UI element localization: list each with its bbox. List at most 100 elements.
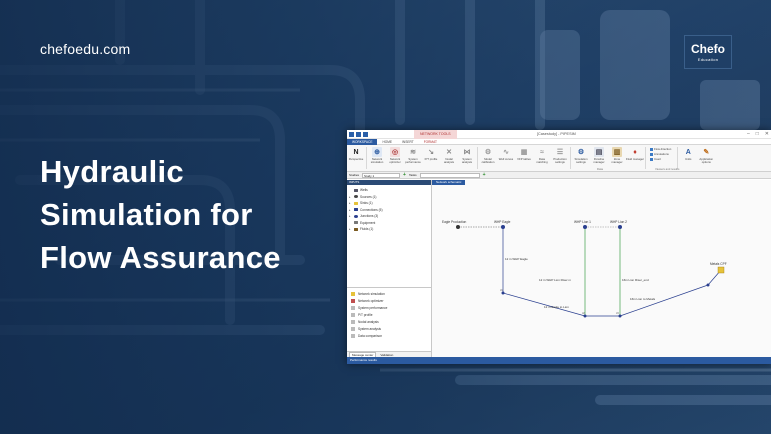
pt-profile-button[interactable]: ↘ P/T profile — [422, 147, 440, 161]
tab-format[interactable]: FORMAT — [419, 139, 442, 145]
tab-workspace[interactable]: WORKSPACE — [347, 138, 378, 145]
system-analysis-button[interactable]: ⋈ System analysis — [458, 147, 476, 164]
add-task-icon[interactable]: + — [483, 172, 486, 178]
well-curves-button[interactable]: ∿ Well curves — [497, 147, 515, 161]
network-icon: ⊕ — [372, 147, 382, 157]
network-optimizer-label: Network optimizer — [389, 157, 401, 164]
insert-icon — [650, 157, 653, 161]
network-optimizer-button[interactable]: ◎ Network optimizer — [386, 147, 404, 164]
flowline-manager-button[interactable]: ▤ Flowline manager — [590, 147, 608, 164]
task-pt-profile[interactable]: P/T profile — [351, 311, 431, 318]
application-options-button[interactable]: ✎ Application options — [697, 147, 715, 164]
network-canvas[interactable]: Network schematic Eagle Production WHP E… — [432, 180, 771, 357]
main-area: INPUTS Wells ▸ Sources (1) ▸ Sinks (1) ▸ Co… — [347, 180, 771, 358]
production-settings-button[interactable]: ☰ Production settings — [551, 147, 569, 164]
undo-icon[interactable] — [356, 131, 361, 137]
insert-option[interactable]: Insert — [650, 157, 671, 161]
task-nodal-analysis[interactable]: Nodal analysis — [351, 318, 431, 325]
maximize-icon[interactable]: □ — [756, 131, 759, 137]
task-icon — [351, 319, 355, 324]
left-panel: INPUTS Wells ▸ Sources (1) ▸ Sinks (1) ▸ Co… — [347, 180, 432, 358]
flowline-icon: ▤ — [594, 147, 604, 157]
label-metals-cpf: Metals CPF — [710, 262, 727, 266]
perspective-label: Perspective — [348, 157, 364, 161]
tab-insert[interactable]: INSERT — [397, 139, 419, 145]
task-icon — [351, 291, 355, 296]
window-controls: – □ ✕ — [747, 131, 769, 137]
zone-manager-button[interactable]: ▥ Zone manager — [608, 147, 626, 164]
tree-item-fluids[interactable]: ▸ Fluids (1) — [349, 226, 431, 233]
tab-home[interactable]: HOME — [377, 139, 397, 145]
label-whp-lion-2: WHP Lion 2 — [610, 220, 627, 224]
study-select[interactable]: Study 1 — [362, 172, 401, 178]
task-icon — [351, 326, 355, 331]
data-matching-button[interactable]: ≈ Data matching — [533, 147, 551, 164]
junction-j4 — [706, 283, 710, 287]
expand-icon: ▸ — [349, 194, 351, 199]
task-icon — [351, 298, 355, 303]
redo-icon[interactable] — [363, 131, 368, 137]
flowline-manager-label: Flowline manager — [593, 157, 605, 164]
label-link-lion-riser-end: 16in Lion Riser_end — [622, 278, 649, 282]
system-performance-button[interactable]: ≋ System performance — [404, 147, 422, 164]
task-select[interactable] — [419, 172, 480, 178]
simulation-settings-button[interactable]: ⚙ Simulation settings — [572, 147, 590, 164]
task-data-comparison[interactable]: Data comparison — [351, 332, 431, 339]
label-eagle-production: Eagle Production — [442, 220, 467, 224]
add-study-icon[interactable]: + — [403, 172, 406, 178]
close-icon[interactable]: ✕ — [765, 131, 769, 137]
minimize-icon[interactable]: – — [747, 131, 750, 137]
connection-icon — [354, 208, 358, 212]
well-icon — [354, 188, 358, 192]
insert-label: Insert — [654, 157, 661, 161]
window-title: [Casestudy] - PIPESIM — [537, 132, 576, 136]
units-icon: A — [685, 148, 691, 156]
fluid-manager-button[interactable]: ♦ Fluid manager — [626, 147, 644, 161]
ribbon-separator — [366, 147, 367, 169]
task-system-analysis[interactable]: System analysis — [351, 325, 431, 332]
ribbon-separator — [570, 147, 571, 169]
system-performance-label: System performance — [405, 157, 421, 164]
performance-icon: ≋ — [410, 149, 416, 156]
node-eagle-production — [456, 225, 460, 229]
save-icon[interactable] — [349, 131, 354, 137]
tab-validation[interactable]: Validation — [380, 353, 393, 357]
label-link-whp-eagle: 12 in WHP Eagle — [505, 257, 528, 261]
perspective-button[interactable]: N Perspective — [347, 147, 365, 161]
gear-icon: ⚙ — [577, 149, 585, 156]
vfp-tables-button[interactable]: ▦ VFP tables — [515, 147, 533, 161]
zone-icon: ▥ — [612, 147, 622, 157]
task-network-simulation[interactable]: Network simulation — [351, 290, 431, 297]
ribbon-group-viewers: Viewers and results — [655, 167, 680, 171]
network-simulation-button[interactable]: ⊕ Network simulation — [368, 147, 386, 164]
task-icon — [351, 333, 355, 338]
well-curves-label: Well curves — [498, 157, 514, 161]
headline-line-2: Simulation for — [40, 197, 253, 232]
vfp-tables-label: VFP tables — [517, 157, 531, 161]
simulation-settings-label: Simulation settings — [574, 157, 588, 164]
expand-icon: ▸ — [349, 227, 351, 232]
junction-j3 — [618, 314, 622, 318]
units-button[interactable]: A Units — [679, 147, 697, 161]
network-schematic: Eagle Production WHP Eagle WHP Lion 1 WH… — [442, 220, 727, 318]
tree-item-label: Sinks (1) — [360, 201, 373, 206]
model-calibration-button[interactable]: ⚙ Model calibration — [479, 147, 497, 164]
tree-item-label: Sources (1) — [360, 194, 377, 199]
task-system-performance[interactable]: System performance — [351, 304, 431, 311]
analysis-icon: ⋈ — [463, 149, 471, 156]
label-link-eagle-lion: 12 in Eagle to Lion — [544, 305, 569, 309]
studies-label: Studies — [349, 173, 360, 177]
task-network-optimizer[interactable]: Network optimizer — [351, 297, 431, 304]
system-analysis-label: System analysis — [461, 157, 473, 164]
task-label: Network optimizer — [358, 298, 384, 303]
flow-direction-option[interactable]: Flow direction — [650, 147, 671, 151]
site-url[interactable]: chefoedu.com — [40, 41, 130, 57]
headline-line-1: Hydraulic — [40, 154, 184, 189]
tree-item-label: Connections (5) — [360, 207, 383, 212]
annotations-option[interactable]: Annotations — [650, 152, 671, 156]
node-whp-eagle — [501, 225, 505, 229]
tree-item-label: Junctions (3) — [360, 214, 379, 219]
label-whp-eagle: WHP Eagle — [494, 220, 511, 224]
nodal-analysis-button[interactable]: ✕ Nodal analysis — [440, 147, 458, 164]
node-whp-lion-1 — [583, 225, 587, 229]
